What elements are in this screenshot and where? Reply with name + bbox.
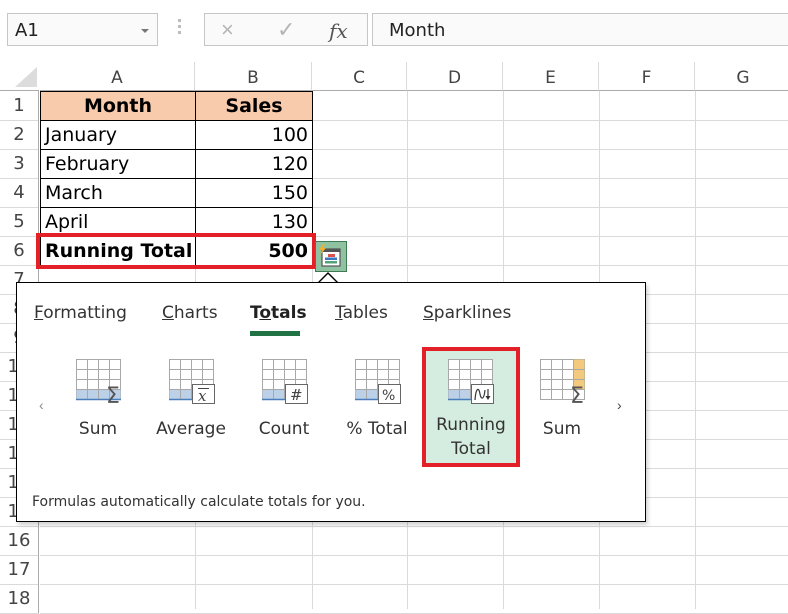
cell-a1[interactable]: Month bbox=[40, 91, 196, 121]
tab-charts-label: harts bbox=[173, 303, 218, 323]
total-option-average-label: Average bbox=[156, 419, 226, 439]
row-header-16[interactable]: 16 bbox=[0, 526, 39, 555]
tab-totals-label-b: tals bbox=[271, 303, 307, 323]
percent-total-icon: % bbox=[355, 359, 401, 404]
scroll-left-icon[interactable]: ‹ bbox=[39, 397, 44, 413]
count-icon: # bbox=[262, 359, 308, 404]
tab-totals-label-a: T bbox=[250, 303, 260, 323]
running-total-label-line2: Total bbox=[451, 439, 491, 459]
cell-b3[interactable]: 120 bbox=[195, 149, 313, 179]
scroll-right-icon[interactable]: › bbox=[617, 397, 622, 413]
total-option-running-total-label: Running Total bbox=[426, 413, 516, 461]
name-box[interactable]: A1 bbox=[7, 13, 158, 46]
row-header-5[interactable]: 5 bbox=[0, 207, 39, 236]
sum-icon: Σ bbox=[76, 359, 121, 405]
tab-sparklines[interactable]: Sparklines bbox=[423, 303, 511, 323]
formula-value: Month bbox=[389, 20, 446, 41]
enter-icon[interactable]: ✓ bbox=[277, 17, 295, 43]
select-all-corner[interactable] bbox=[15, 67, 37, 87]
average-icon: x bbox=[169, 359, 215, 405]
total-option-count[interactable]: # Count bbox=[240, 355, 328, 465]
total-option-count-label: Count bbox=[258, 419, 310, 439]
row-header-2[interactable]: 2 bbox=[0, 120, 39, 149]
tab-sparklines-label: parklines bbox=[433, 303, 512, 323]
row-header-4[interactable]: 4 bbox=[0, 178, 39, 207]
row-header-1[interactable]: 1 bbox=[0, 91, 39, 120]
running-total-icon bbox=[448, 359, 494, 404]
gridline bbox=[40, 526, 788, 527]
name-box-value: A1 bbox=[15, 20, 39, 41]
column-header-g[interactable]: G bbox=[695, 62, 788, 91]
tab-tables-label: ables bbox=[342, 303, 388, 323]
row-header-17[interactable]: 17 bbox=[0, 555, 39, 584]
chevron-down-icon[interactable] bbox=[141, 29, 149, 33]
formula-bar-grip-icon[interactable] bbox=[178, 19, 182, 39]
tab-tables-accesskey: T bbox=[335, 303, 343, 323]
tab-totals[interactable]: Totals bbox=[250, 303, 307, 323]
column-header-d[interactable]: D bbox=[407, 62, 503, 91]
total-option-percent-total-label: % Total bbox=[346, 419, 408, 439]
svg-text:x: x bbox=[198, 387, 207, 405]
popup-description: Formulas automatically calculate totals … bbox=[32, 494, 366, 510]
gridline bbox=[40, 555, 788, 556]
column-header-c[interactable]: C bbox=[312, 62, 407, 91]
svg-text:#: # bbox=[290, 386, 303, 404]
total-option-sum[interactable]: Σ Sum bbox=[54, 355, 142, 465]
formula-buttons: × ✓ fx bbox=[204, 13, 368, 46]
column-header-a[interactable]: A bbox=[40, 62, 195, 91]
gridline bbox=[695, 91, 696, 609]
cell-a4[interactable]: March bbox=[40, 178, 196, 208]
running-total-label-line1: Running bbox=[436, 415, 506, 435]
sum-column-icon: Σ bbox=[540, 359, 585, 405]
quick-analysis-popup: Formatting Charts Totals Tables Sparklin… bbox=[16, 282, 646, 522]
total-row-highlight bbox=[36, 233, 316, 269]
row-header-3[interactable]: 3 bbox=[0, 149, 39, 178]
column-header-f[interactable]: F bbox=[599, 62, 695, 91]
column-header-b[interactable]: B bbox=[195, 62, 312, 91]
tab-tables[interactable]: Tables bbox=[335, 303, 388, 323]
cancel-icon[interactable]: × bbox=[221, 17, 234, 43]
tab-charts-accesskey: C bbox=[162, 303, 174, 323]
tab-formatting[interactable]: Formatting bbox=[34, 303, 127, 323]
column-header-e[interactable]: E bbox=[503, 62, 599, 91]
quick-analysis-button[interactable] bbox=[315, 241, 347, 272]
active-tab-indicator bbox=[250, 331, 300, 336]
svg-text:%: % bbox=[382, 388, 395, 404]
cell-a2[interactable]: January bbox=[40, 120, 196, 150]
cell-b2[interactable]: 100 bbox=[195, 120, 313, 150]
sigma-glyph: Σ bbox=[106, 384, 120, 405]
cell-b1[interactable]: Sales bbox=[195, 91, 313, 121]
insert-function-icon[interactable]: fx bbox=[329, 19, 348, 43]
cell-a3[interactable]: February bbox=[40, 149, 196, 179]
tab-charts[interactable]: Charts bbox=[162, 303, 218, 323]
quick-analysis-icon bbox=[319, 244, 341, 267]
svg-text:Σ: Σ bbox=[570, 384, 584, 405]
formula-input[interactable]: Month bbox=[372, 13, 788, 46]
total-option-sum-column-label: Sum bbox=[542, 419, 582, 439]
tab-totals-accesskey: o bbox=[259, 303, 272, 323]
total-option-running-total[interactable]: Running Total bbox=[422, 347, 520, 467]
gridline bbox=[40, 584, 788, 585]
total-option-sum-column[interactable]: Σ Sum bbox=[518, 355, 606, 465]
tab-formatting-accesskey: F bbox=[34, 303, 44, 323]
cell-b4[interactable]: 150 bbox=[195, 178, 313, 208]
tab-sparklines-accesskey: S bbox=[423, 303, 434, 323]
total-option-percent-total[interactable]: % % Total bbox=[333, 355, 421, 465]
total-option-sum-label: Sum bbox=[78, 419, 118, 439]
row-header-6[interactable]: 6 bbox=[0, 236, 39, 265]
tab-formatting-label: ormatting bbox=[43, 303, 127, 323]
total-option-average[interactable]: x Average bbox=[147, 355, 235, 465]
